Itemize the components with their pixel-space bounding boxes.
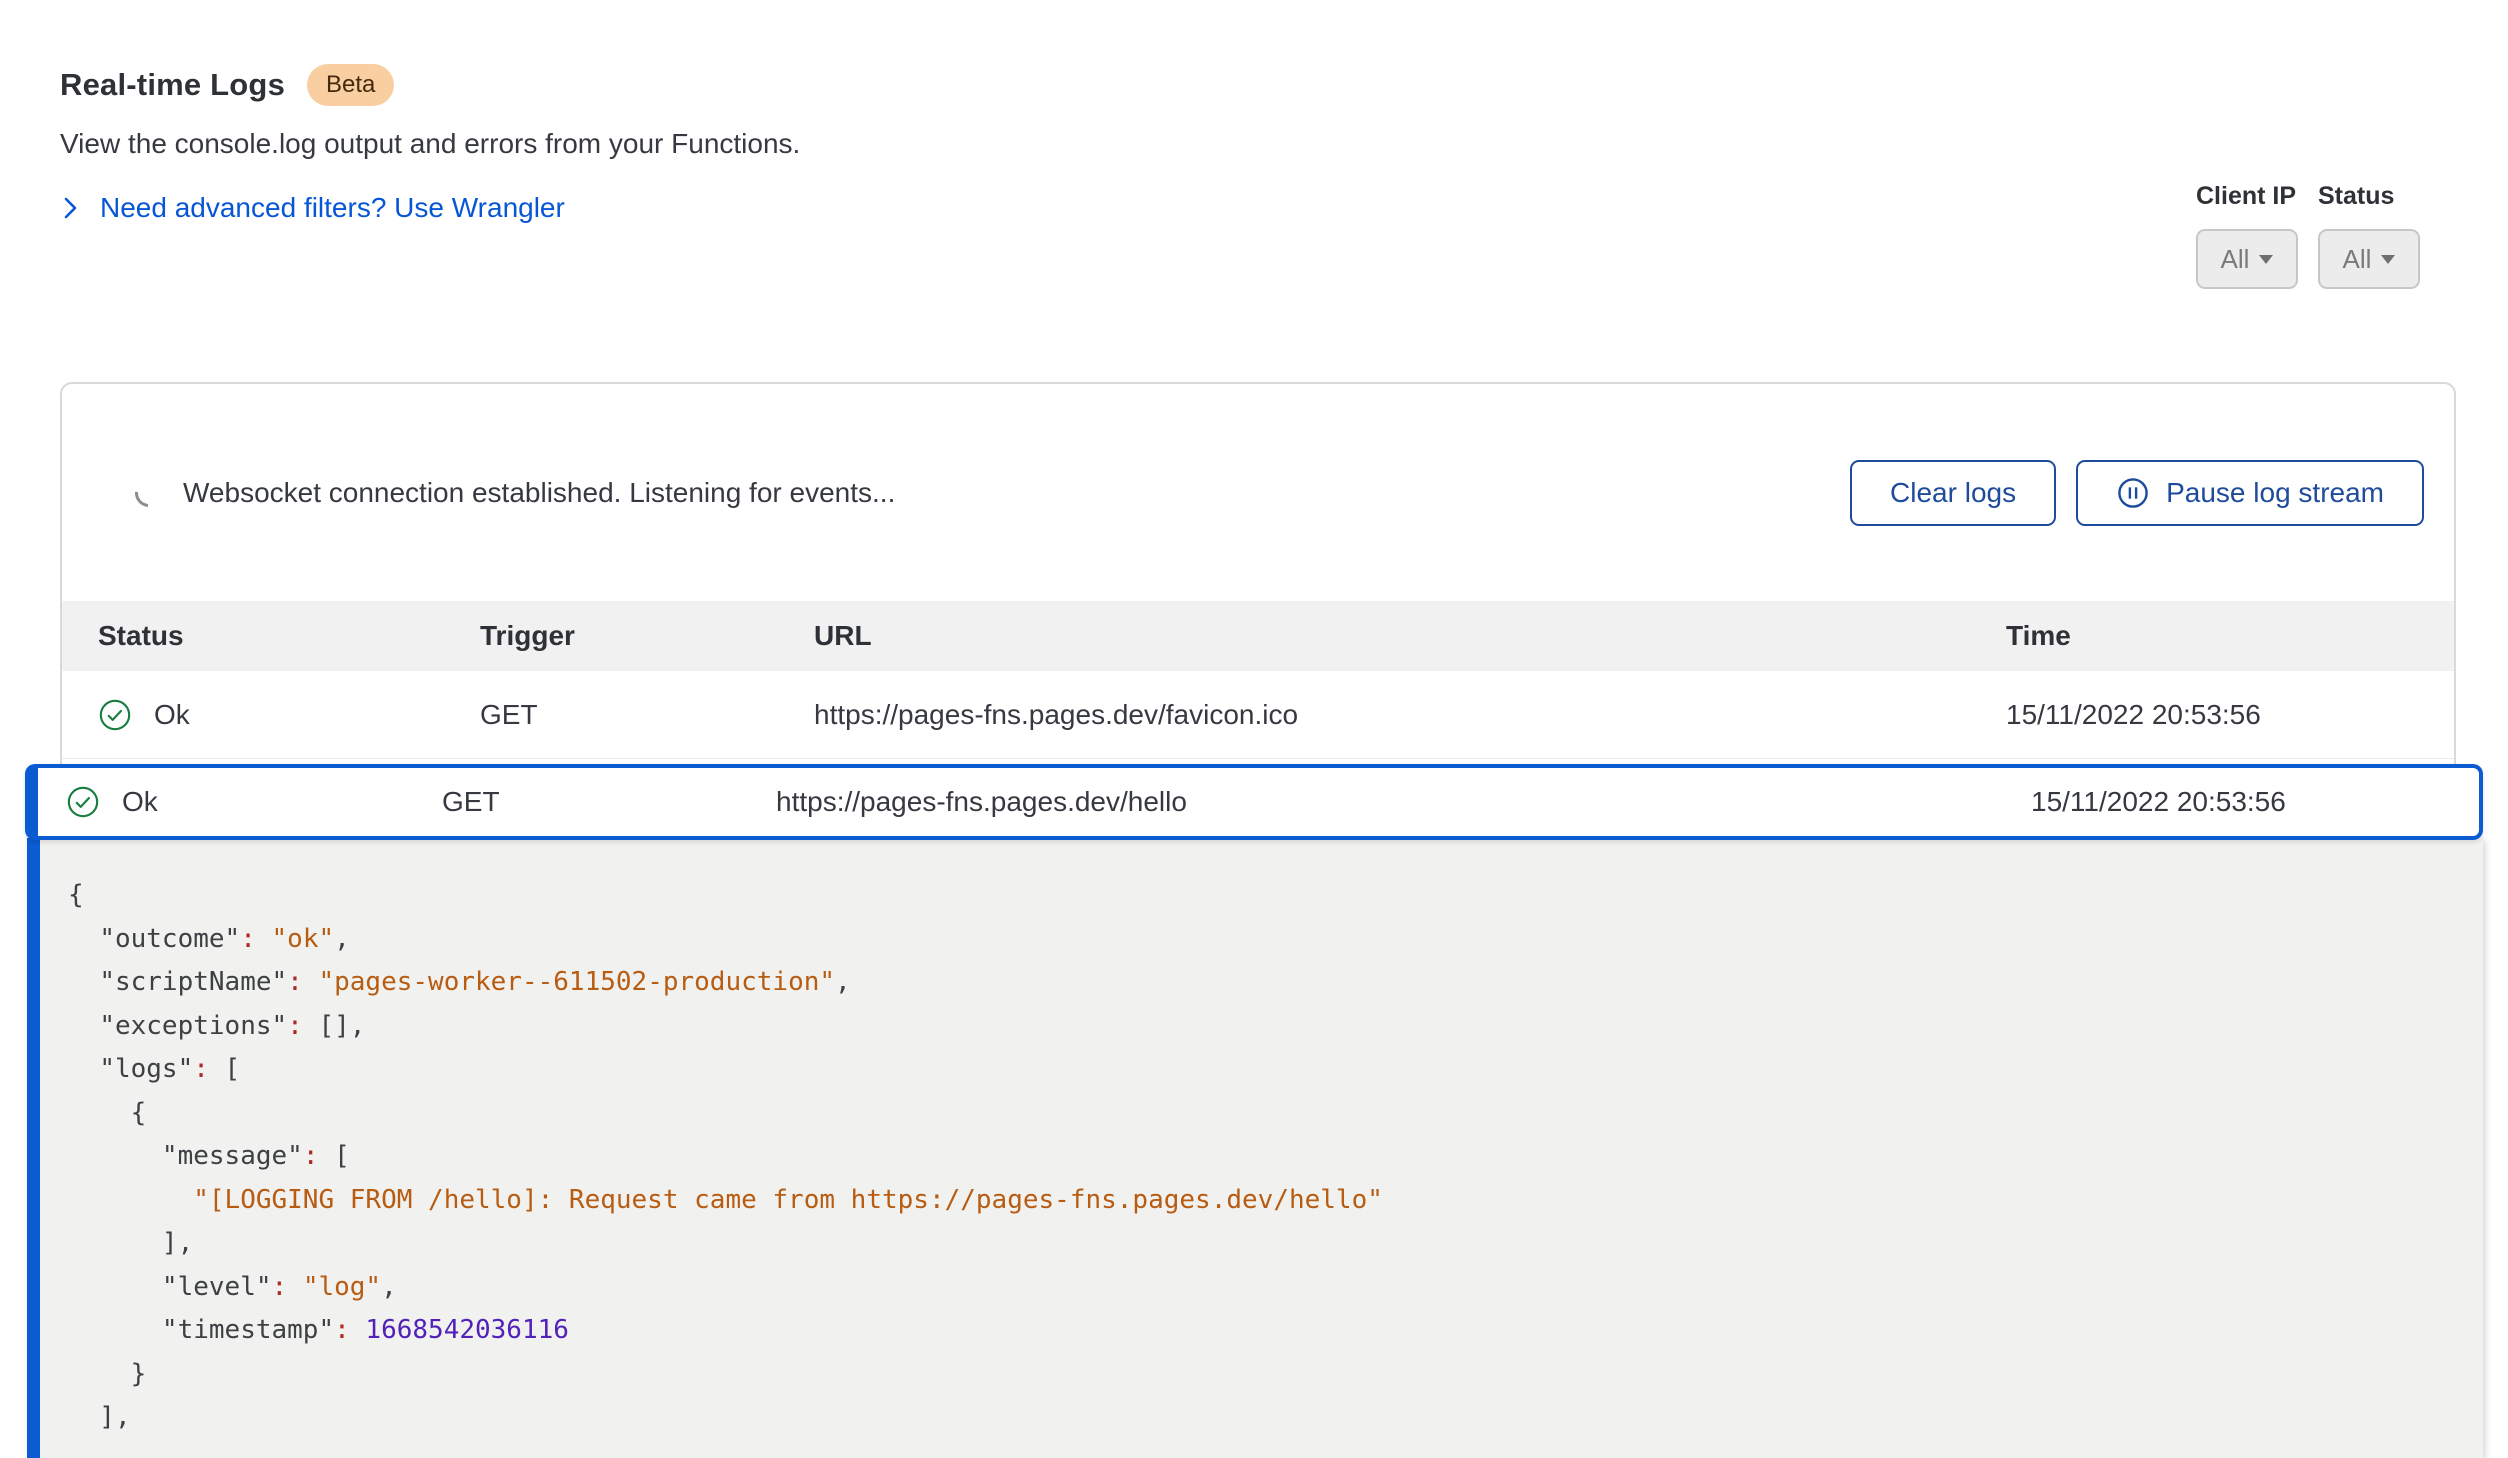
column-header-time: Time xyxy=(2006,620,2454,652)
websocket-status-message: Websocket connection established. Listen… xyxy=(183,477,1850,509)
table-header: Status Trigger URL Time xyxy=(62,601,2454,671)
row-time: 15/11/2022 20:53:56 xyxy=(2006,699,2454,731)
row-trigger: GET xyxy=(442,786,776,818)
client-ip-filter: Client IP All xyxy=(2196,182,2298,289)
row-status: Ok xyxy=(122,786,158,818)
selected-table-row[interactable]: Ok GET https://pages-fns.pages.dev/hello… xyxy=(25,764,2483,840)
json-line: { xyxy=(68,1092,2483,1136)
pause-log-stream-label: Pause log stream xyxy=(2166,477,2384,509)
spinner-icon xyxy=(129,473,168,512)
clear-logs-label: Clear logs xyxy=(1890,477,2016,509)
json-line: "message": [ xyxy=(68,1135,2483,1179)
column-header-trigger: Trigger xyxy=(480,620,814,652)
log-detail-json-viewer: { "outcome": "ok", "scriptName": "pages-… xyxy=(27,838,2483,1458)
json-line: "level": "log", xyxy=(68,1266,2483,1310)
chevron-right-icon xyxy=(60,195,82,221)
row-url: https://pages-fns.pages.dev/favicon.ico xyxy=(814,699,2006,731)
json-line: "scriptName": "pages-worker--611502-prod… xyxy=(68,961,2483,1005)
row-url: https://pages-fns.pages.dev/hello xyxy=(776,786,2031,818)
json-line: "outcome": "ok", xyxy=(68,918,2483,962)
websocket-status-bar: Websocket connection established. Listen… xyxy=(62,384,2454,601)
beta-badge: Beta xyxy=(307,64,394,106)
json-line: { xyxy=(68,874,2483,918)
client-ip-label: Client IP xyxy=(2196,182,2298,211)
pause-log-stream-button[interactable]: Pause log stream xyxy=(2076,460,2424,526)
client-ip-dropdown[interactable]: All xyxy=(2196,229,2298,289)
status-value: All xyxy=(2343,244,2372,275)
pause-circle-icon xyxy=(2116,476,2150,510)
row-status: Ok xyxy=(154,699,190,731)
column-header-status: Status xyxy=(62,620,480,652)
check-circle-icon xyxy=(98,698,132,732)
row-time: 15/11/2022 20:53:56 xyxy=(2031,786,2479,818)
json-line: "timestamp": 1668542036116 xyxy=(68,1309,2483,1353)
column-header-url: URL xyxy=(814,620,2006,652)
table-row[interactable]: Ok GET https://pages-fns.pages.dev/favic… xyxy=(62,671,2454,759)
json-line: "logs": [ xyxy=(68,1048,2483,1092)
json-line: ], xyxy=(68,1396,2483,1440)
json-line: "exceptions": [], xyxy=(68,1005,2483,1049)
caret-down-icon xyxy=(2259,255,2273,264)
json-line: ], xyxy=(68,1222,2483,1266)
status-dropdown[interactable]: All xyxy=(2318,229,2420,289)
status-filter: Status All xyxy=(2318,182,2420,289)
page-subtitle: View the console.log output and errors f… xyxy=(60,128,800,160)
json-line: "[LOGGING FROM /hello]: Request came fro… xyxy=(68,1179,2483,1223)
json-line: } xyxy=(68,1353,2483,1397)
row-trigger: GET xyxy=(480,699,814,731)
client-ip-value: All xyxy=(2221,244,2250,275)
caret-down-icon xyxy=(2381,255,2395,264)
check-circle-icon xyxy=(66,785,100,819)
clear-logs-button[interactable]: Clear logs xyxy=(1850,460,2056,526)
advanced-filters-link-label: Need advanced filters? Use Wrangler xyxy=(100,192,565,224)
page-header: Real-time Logs Beta xyxy=(60,64,394,106)
advanced-filters-link[interactable]: Need advanced filters? Use Wrangler xyxy=(60,192,565,224)
page-title: Real-time Logs xyxy=(60,67,285,103)
status-label: Status xyxy=(2318,182,2420,211)
